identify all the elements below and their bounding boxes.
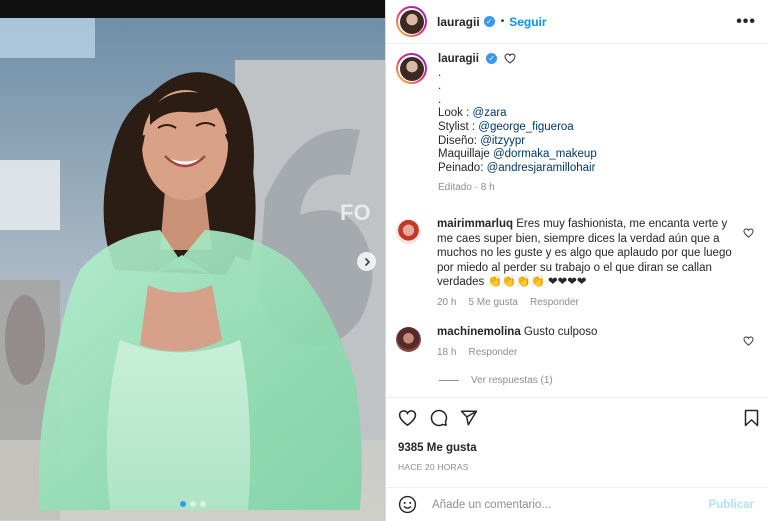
comment-meta: 20 h 5 Me gusta Responder	[437, 296, 739, 311]
emoji-icon[interactable]	[398, 495, 417, 514]
caption-credit-makeup: Maquillaje @dormaka_makeup	[438, 148, 597, 161]
post-caption: lauragii ✓ . . . Look : @zara Stylist : …	[396, 53, 758, 195]
follow-button[interactable]: Seguir	[509, 15, 546, 29]
reply-button[interactable]: Responder	[468, 346, 517, 361]
comment-input[interactable]	[430, 497, 709, 512]
mention-link[interactable]: @zara	[473, 107, 507, 119]
avatar[interactable]	[396, 327, 421, 352]
comment-text: Gusto culposo	[523, 326, 598, 338]
mention-link[interactable]: @dormaka_makeup	[493, 148, 597, 160]
verified-icon: ✓	[483, 16, 495, 27]
background-sign: FO	[340, 200, 371, 225]
post-actions	[386, 397, 768, 443]
caption-credit-look: Look : @zara	[438, 107, 507, 120]
carousel-next-button[interactable]	[357, 252, 376, 271]
divider	[439, 380, 459, 381]
caption-dot: .	[438, 66, 442, 79]
chevron-right-icon	[364, 257, 370, 266]
header-username[interactable]: lauragii	[437, 15, 480, 29]
mention-link[interactable]: @george_figueroa	[478, 121, 573, 133]
caption-dot: .	[438, 80, 442, 93]
comment-likes[interactable]: 5 Me gusta	[468, 296, 517, 311]
verified-icon: ✓	[486, 53, 498, 65]
comment-item: machinemolina Gusto culposo 18 h Respond…	[396, 325, 758, 360]
carousel-dot	[179, 501, 186, 507]
post-photo: FO	[0, 0, 385, 521]
reply-button[interactable]: Responder	[530, 296, 579, 311]
share-icon[interactable]	[460, 409, 478, 427]
publish-button[interactable]: Publicar	[709, 499, 754, 511]
avatar[interactable]	[396, 53, 427, 84]
mention-link[interactable]: @itzyypr	[480, 135, 525, 147]
comment-username[interactable]: machinemolina	[437, 326, 521, 338]
caption-credit-stylist: Stylist : @george_figueroa	[438, 120, 574, 133]
carousel-dots	[0, 501, 385, 507]
caption-dot: .	[438, 93, 442, 106]
likes-count[interactable]: 9385 Me gusta	[398, 442, 477, 454]
carousel-dot	[199, 501, 206, 507]
caption-meta: Editado · 8 h	[438, 182, 495, 194]
caption-credit-hair: Peinado: @andresjaramillohair	[438, 161, 596, 174]
avatar[interactable]	[396, 219, 421, 244]
avatar[interactable]	[396, 6, 427, 37]
bookmark-icon[interactable]	[744, 409, 759, 427]
separator-dot: •	[500, 16, 505, 27]
caption-credit-design: Diseño: @itzyypr	[438, 134, 526, 147]
view-replies-button[interactable]: Ver respuestas (1)	[439, 375, 553, 386]
comment-item: mairimmarluq Eres muy fashionista, me en…	[396, 217, 758, 311]
mention-link[interactable]: @andresjaramillohair	[487, 162, 596, 174]
heart-icon[interactable]	[743, 336, 754, 346]
caption-username[interactable]: lauragii	[438, 53, 479, 65]
carousel-dot	[189, 501, 196, 507]
post-header: lauragii ✓ • Seguir •••	[386, 0, 768, 44]
comment-time: 18 h	[437, 346, 457, 358]
more-icon[interactable]: •••	[736, 13, 756, 31]
add-comment-bar: Publicar	[386, 487, 768, 521]
comment-meta: 18 h Responder	[437, 346, 739, 361]
view-replies-label: Ver respuestas (1)	[471, 375, 553, 386]
comment-time: 20 h	[437, 296, 457, 308]
comments-section: lauragii ✓ . . . Look : @zara Stylist : …	[386, 45, 768, 397]
comment-icon[interactable]	[430, 409, 448, 427]
heart-icon[interactable]	[743, 228, 754, 238]
post-timestamp: HACE 20 HORAS	[398, 462, 469, 472]
post-panel: lauragii ✓ • Seguir ••• lauragii ✓ . . .…	[385, 0, 768, 521]
photo-illustration: FO	[0, 0, 385, 521]
heart-icon[interactable]	[398, 409, 417, 427]
comment-username[interactable]: mairimmarluq	[437, 218, 513, 230]
heart-outline-icon	[504, 53, 516, 65]
